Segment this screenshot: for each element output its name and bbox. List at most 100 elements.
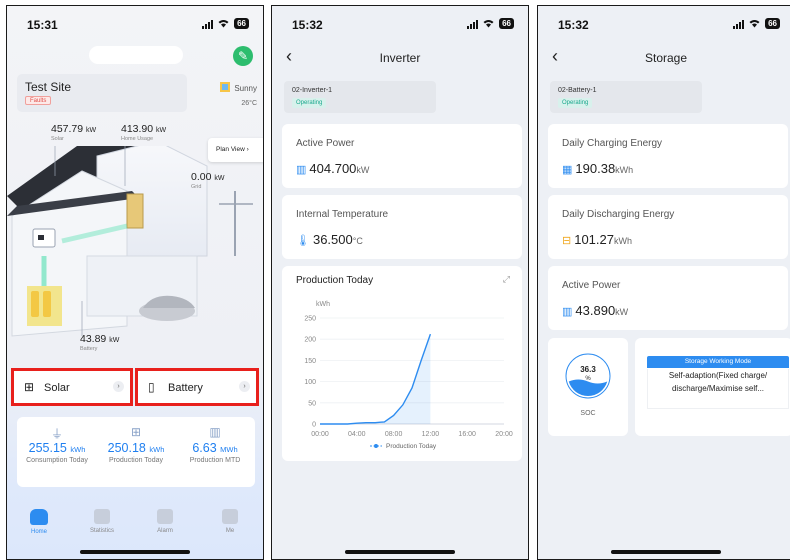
chevron-right-icon: › xyxy=(239,381,250,392)
solar-metric: 457.79 kW Solar xyxy=(51,123,97,142)
signal-icon xyxy=(733,19,745,29)
working-mode-value: Self-adaption(Fixed charge/ discharge/Ma… xyxy=(647,369,789,409)
solar-panel-icon: ⊞ xyxy=(24,380,35,394)
solar-quick-button[interactable]: ⊞ Solar › xyxy=(11,368,133,406)
signal-icon xyxy=(202,19,214,29)
soc-value: 36.3 xyxy=(580,365,596,374)
chart-icon: ▥ xyxy=(296,164,307,176)
x-tick-label: 08:00 xyxy=(385,431,403,438)
wifi-icon xyxy=(749,20,760,28)
chart-icon: ▥ xyxy=(562,306,573,318)
weather: Sunny 26°C xyxy=(219,78,257,107)
active-power-card: Active Power ▥ 43.890kW xyxy=(548,266,788,330)
y-tick-label: 0 xyxy=(312,422,316,429)
sunny-icon xyxy=(219,81,230,92)
energy-summary-card: ⏚ 255.15 kWh Consumption Today ⊞ 250.18 … xyxy=(17,417,255,487)
battery-status-icon: 66 xyxy=(765,18,780,29)
home-icon xyxy=(30,509,48,525)
legend-marker xyxy=(374,444,378,448)
y-tick-label: 100 xyxy=(304,379,316,386)
wifi-icon xyxy=(483,20,494,28)
device-card: 02-Inverter-1 Operating xyxy=(284,81,436,113)
production-mtd: ▥ 6.63 MWh Production MTD xyxy=(175,425,255,464)
y-axis-unit: kWh xyxy=(316,301,330,308)
home-screen: 15:31 66 ✎ Test Site Faults Sunny 26°C 4… xyxy=(6,5,264,560)
battery-status-icon: 66 xyxy=(499,18,514,29)
alarm-icon xyxy=(157,509,173,524)
tab-statistics[interactable]: Statistics xyxy=(77,509,127,534)
soc-card: 36.3% SOC xyxy=(548,338,628,436)
device-card: 02-Battery-1 Operating xyxy=(550,81,702,113)
x-tick-label: 16:00 xyxy=(458,431,476,438)
grid-metric: 0.00 kW Grid xyxy=(191,171,225,190)
chevron-right-icon: › xyxy=(113,381,124,392)
status-badge: Operating xyxy=(292,98,327,108)
production-chart: kWh 0 50 100 150 200 250 00:00 04:00 08:00 12:00 16… xyxy=(304,301,513,450)
chart-icon: ▥ xyxy=(209,425,221,439)
battery-icon: ▯ xyxy=(148,380,155,394)
production-chart-card: Production Today ⤢ kWh 0 50 100 150 200 250 00:… xyxy=(282,266,522,461)
wifi-icon xyxy=(218,20,229,28)
y-tick-label: 200 xyxy=(304,337,316,344)
status-bar: 15:31 66 xyxy=(7,6,263,40)
discharging-card: Daily Discharging Energy ⊟ 101.27kWh xyxy=(548,195,788,259)
y-tick-label: 50 xyxy=(308,400,316,407)
home-usage-metric: 413.90 kW Home Usage xyxy=(121,123,167,142)
y-tick-label: 250 xyxy=(304,316,316,323)
x-tick-label: 00:00 xyxy=(311,431,329,438)
page-title: Inverter xyxy=(379,51,421,65)
legend-label: Production Today xyxy=(386,443,437,450)
grid-icon xyxy=(94,509,110,524)
signal-icon xyxy=(467,19,479,29)
status-bar: 15:32 66 xyxy=(538,6,790,40)
status-bar: 15:32 66 xyxy=(272,6,528,40)
person-icon xyxy=(222,509,238,524)
soc-label: SOC xyxy=(580,410,596,417)
plan-view-button[interactable]: Plan View › xyxy=(208,138,263,162)
device-name: 02-Battery-1 xyxy=(558,87,597,94)
site-name: Test Site xyxy=(25,80,72,94)
site-card[interactable]: Test Site Faults xyxy=(17,74,187,112)
weather-temp: 26°C xyxy=(241,100,257,107)
x-tick-label: 12:00 xyxy=(422,431,440,438)
active-power-card: Active Power ▥ 404.700kW xyxy=(282,124,522,188)
thermometer-icon: 🌡 xyxy=(296,235,310,247)
inverter-screen: 15:32 66 ‹ Inverter 02-Inverter-1 Operat… xyxy=(271,5,529,560)
production-today: ⊞ 250.18 kWh Production Today xyxy=(96,425,176,464)
home-indicator xyxy=(80,550,190,554)
tab-me[interactable]: Me xyxy=(205,509,255,534)
discharge-icon: ⊟ xyxy=(562,235,572,247)
plug-icon: ⏚ xyxy=(50,427,63,441)
consumption-today: ⏚ 255.15 kWh Consumption Today xyxy=(17,425,97,464)
storage-screen: 15:32 66 ‹ Storage 02-Battery-1 Operatin… xyxy=(537,5,790,560)
status-time: 15:31 xyxy=(27,18,58,32)
nav-bar: ‹ Inverter xyxy=(272,40,528,76)
x-tick-label: 20:00 xyxy=(495,431,513,438)
status-badge: Operating xyxy=(558,98,593,108)
solar-panel-icon: ⊞ xyxy=(130,425,142,439)
soc-gauge: 36.3% xyxy=(565,353,611,399)
status-time: 15:32 xyxy=(292,18,323,32)
working-mode-card: Storage Working Mode Self-adaption(Fixed… xyxy=(635,338,790,436)
calendar-icon: ▦ xyxy=(562,164,573,176)
tab-alarm[interactable]: Alarm xyxy=(140,509,190,534)
status-time: 15:32 xyxy=(558,18,589,32)
device-name: 02-Inverter-1 xyxy=(292,87,333,94)
battery-quick-button[interactable]: ▯ Battery › xyxy=(135,368,259,406)
temperature-card: Internal Temperature 🌡 36.500°C xyxy=(282,195,522,259)
charging-card: Daily Charging Energy ▦ 190.38kWh xyxy=(548,124,788,188)
tab-home[interactable]: Home xyxy=(14,509,64,535)
home-indicator xyxy=(345,550,455,554)
house-illustration xyxy=(7,146,253,337)
weather-condition: Sunny xyxy=(234,84,257,93)
series-area xyxy=(320,334,431,424)
y-tick-label: 150 xyxy=(304,358,316,365)
leaf-icon[interactable]: ✎ xyxy=(233,46,253,66)
faults-badge: Faults xyxy=(25,96,52,105)
working-mode-title: Storage Working Mode xyxy=(647,356,789,368)
home-indicator xyxy=(611,550,721,554)
page-title: Storage xyxy=(644,51,688,65)
battery-metric: 43.89 kW Battery xyxy=(80,333,120,352)
site-selector[interactable] xyxy=(89,46,183,64)
x-tick-label: 04:00 xyxy=(348,431,366,438)
